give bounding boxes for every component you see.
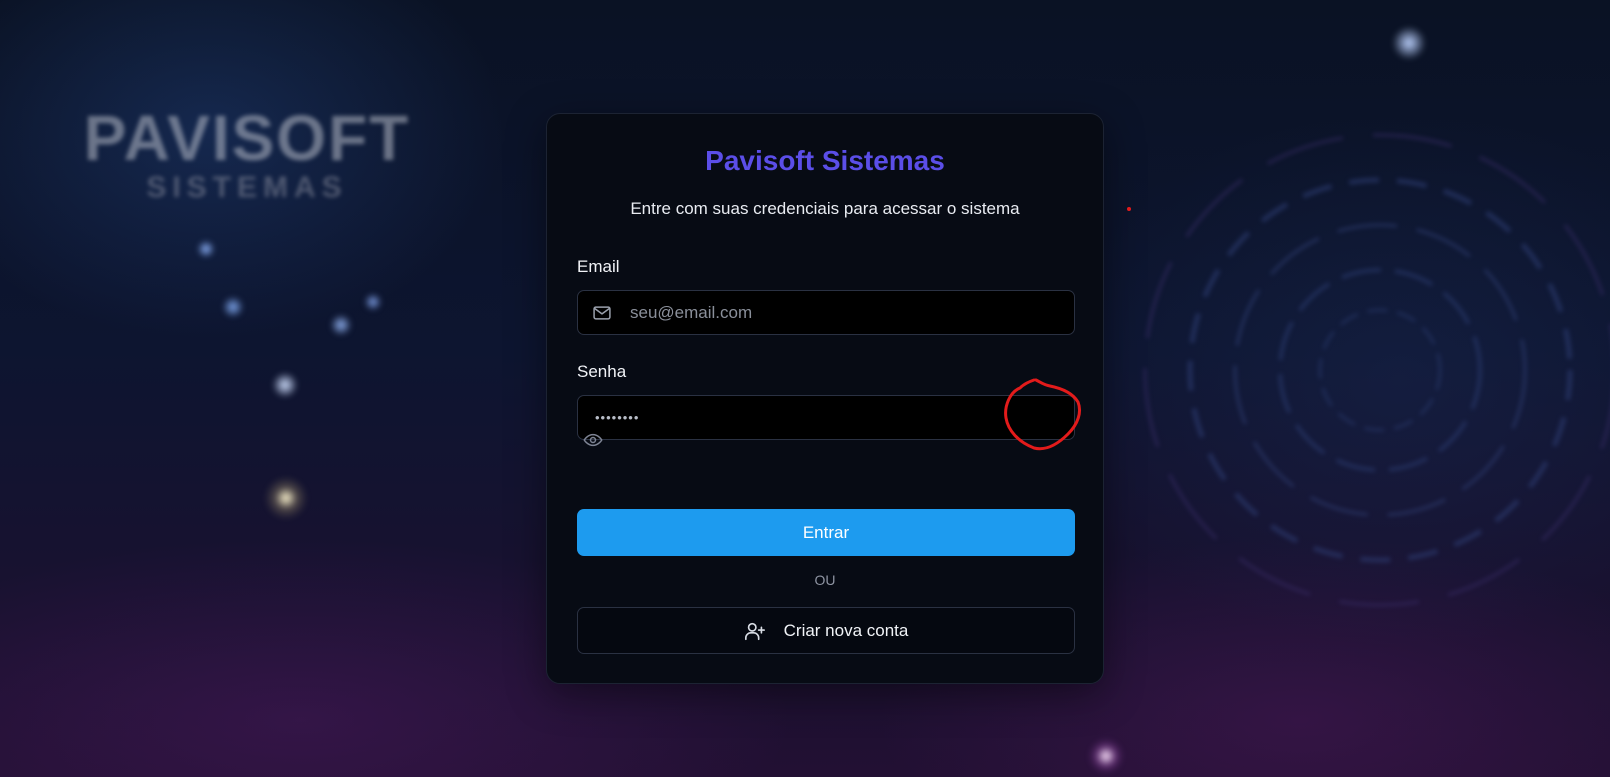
login-button[interactable]: Entrar [577,509,1075,556]
light-particle [272,372,298,398]
email-field[interactable] [577,290,1075,335]
red-dot-annotation [1127,207,1131,211]
password-input[interactable] [593,396,1057,439]
light-particle [222,296,244,318]
background-logo: PAVISOFT SISTEMAS [72,104,422,204]
email-input[interactable] [628,291,1062,334]
light-particle [197,240,215,258]
light-particle [1392,26,1426,60]
mail-icon [593,306,611,320]
red-circle-annotation [1004,378,1082,451]
divider-text: OU [814,572,836,588]
page-subtitle: Entre com suas credenciais para acessar … [630,199,1020,218]
password-label: Senha [577,362,627,381]
background-logo-main: PAVISOFT [83,102,411,174]
circuit-rings-decoration [1143,133,1610,607]
light-particle [264,476,308,520]
eye-icon[interactable] [583,431,603,449]
light-particle [1088,738,1124,774]
light-particle [364,293,382,311]
create-account-button[interactable]: Criar nova conta [577,607,1075,654]
background-logo-sub: SISTEMAS [146,171,348,204]
user-plus-icon [744,622,765,640]
page-title: Pavisoft Sistemas [705,145,945,176]
email-label: Email [577,257,620,276]
light-particle [330,314,352,336]
create-account-label: Criar nova conta [783,620,909,640]
